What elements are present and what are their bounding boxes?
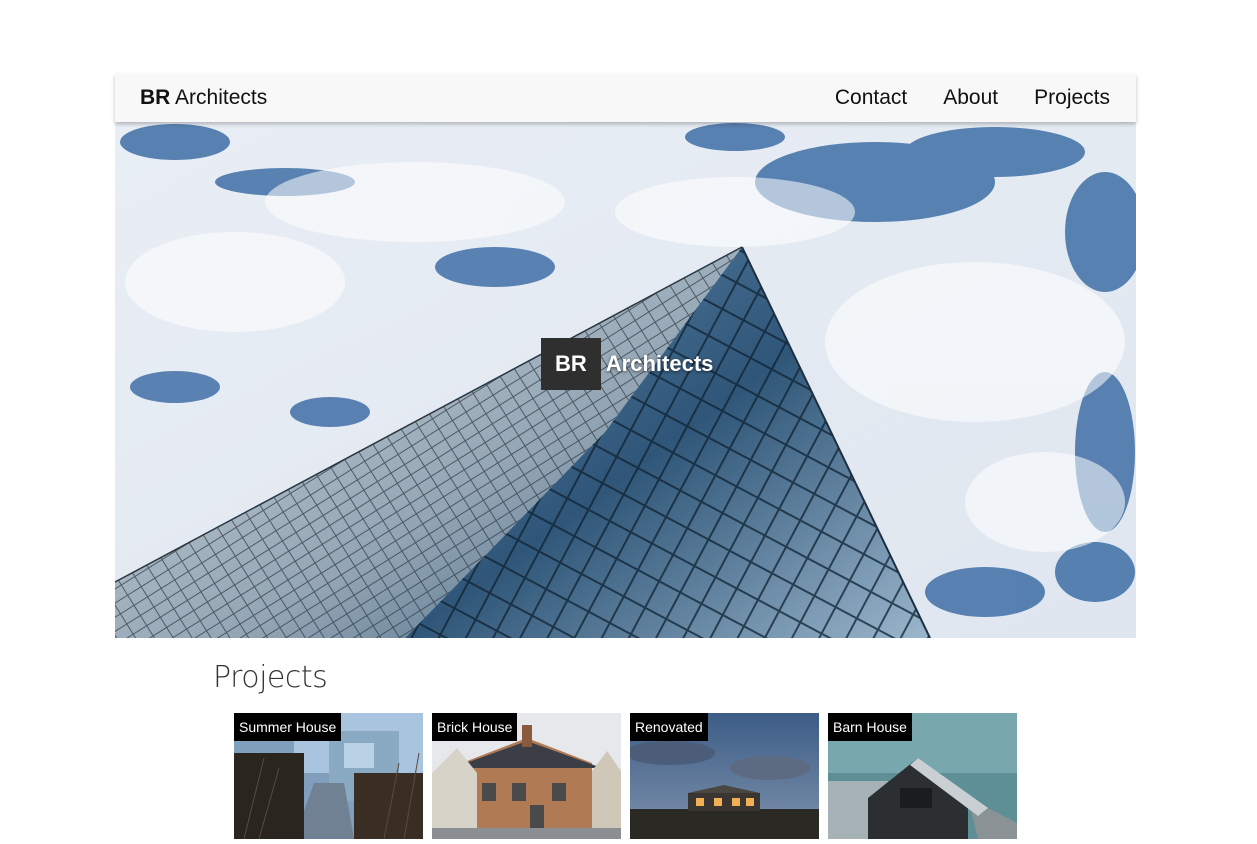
nav-link-contact[interactable]: Contact	[835, 86, 907, 110]
project-label-brick-house: Brick House	[432, 713, 518, 741]
hero-title-initials: BR	[541, 338, 601, 390]
nav-link-about[interactable]: About	[943, 86, 998, 110]
navbar: BR Architects Contact About Projects	[115, 74, 1136, 122]
project-card-barn-house[interactable]: Barn House	[828, 713, 1017, 839]
brand-initials: BR	[140, 86, 171, 109]
brand-name: Architects	[175, 86, 268, 109]
project-label-barn-house: Barn House	[828, 713, 912, 741]
project-card-renovated[interactable]: Renovated	[630, 713, 819, 839]
nav-link-projects[interactable]: Projects	[1034, 86, 1110, 110]
hero-title: BR Architects	[541, 338, 713, 390]
projects-heading: Projects	[213, 660, 328, 695]
project-card-brick-house[interactable]: Brick House	[432, 713, 621, 839]
project-card-summer-house[interactable]: Summer House	[234, 713, 423, 839]
hero-title-name: Architects	[605, 351, 714, 376]
project-label-renovated: Renovated	[630, 713, 708, 741]
brand-logo-link[interactable]: BR Architects	[140, 86, 267, 110]
project-label-summer-house: Summer House	[234, 713, 342, 741]
projects-gallery: Summer House Brick House Renovated Barn …	[234, 713, 1017, 839]
main-nav: Contact About Projects	[835, 86, 1110, 110]
hero-banner: BR Architects	[115, 122, 1136, 638]
